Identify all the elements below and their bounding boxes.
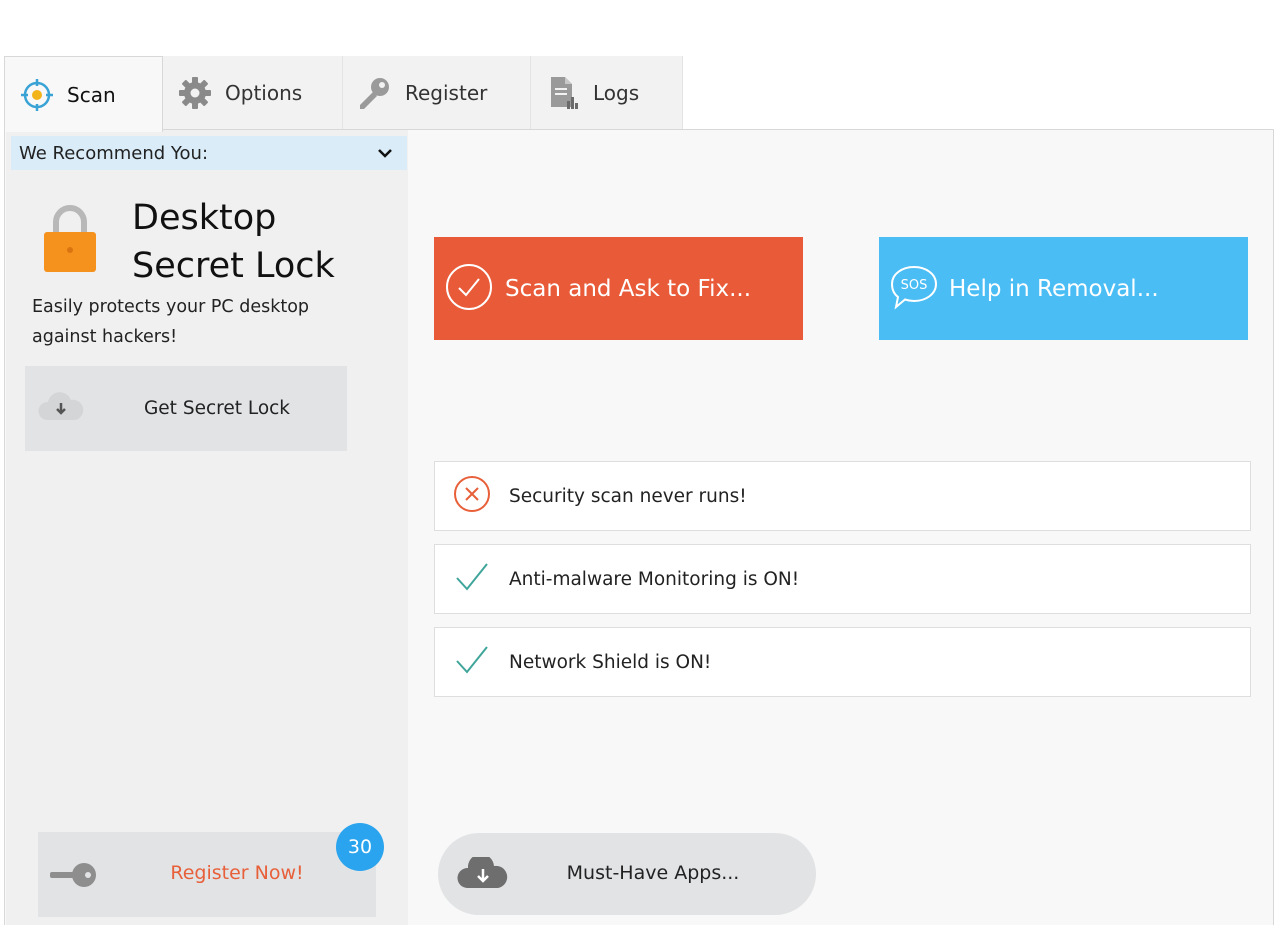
gear-icon <box>177 75 213 111</box>
must-have-apps-button[interactable]: Must-Have Apps... <box>438 833 816 915</box>
document-chart-icon <box>545 75 581 111</box>
product-title: Desktop Secret Lock <box>132 194 392 290</box>
tab-options-label: Options <box>225 81 303 105</box>
tab-register[interactable]: Register <box>343 56 531 130</box>
crosshair-icon <box>19 77 55 113</box>
get-secret-lock-button[interactable]: Get Secret Lock <box>25 366 347 451</box>
sos-bubble-icon: SOS <box>879 263 939 315</box>
scan-and-fix-label: Scan and Ask to Fix... <box>505 275 752 302</box>
key-icon <box>357 75 393 111</box>
status-item-network-shield: Network Shield is ON! <box>434 627 1251 697</box>
days-left-badge: 30 <box>336 823 384 871</box>
product-title-line-2: Secret Lock <box>132 246 335 286</box>
status-text: Anti-malware Monitoring is ON! <box>509 568 800 590</box>
checkmark-icon <box>435 558 491 600</box>
padlock-icon <box>42 204 98 276</box>
tab-logs-label: Logs <box>593 81 640 105</box>
recommend-header[interactable]: We Recommend You: <box>11 136 407 170</box>
help-in-removal-button[interactable]: SOS Help in Removal... <box>879 237 1248 340</box>
tab-scan[interactable]: Scan <box>4 56 163 132</box>
tab-bar: Scan Options Register Logs <box>4 56 683 132</box>
sidebar: We Recommend You: Desktop Secret Lock Ea… <box>6 130 408 925</box>
product-title-line-1: Desktop <box>132 198 277 238</box>
register-now-button[interactable]: Register Now! <box>38 832 376 917</box>
get-secret-lock-label: Get Secret Lock <box>143 398 291 419</box>
tab-logs[interactable]: Logs <box>531 56 683 130</box>
status-item-scan: Security scan never runs! <box>434 461 1251 531</box>
chevron-down-icon <box>377 147 393 159</box>
checkmark-icon <box>435 641 491 683</box>
help-in-removal-label: Help in Removal... <box>949 275 1159 302</box>
status-item-anti-malware: Anti-malware Monitoring is ON! <box>434 544 1251 614</box>
recommend-title: We Recommend You: <box>19 142 209 164</box>
tab-options[interactable]: Options <box>163 56 343 130</box>
check-circle-icon <box>434 263 493 315</box>
register-now-label: Register Now! <box>170 862 304 884</box>
status-text: Security scan never runs! <box>509 485 747 507</box>
tab-scan-label: Scan <box>67 82 116 107</box>
svg-text:SOS: SOS <box>901 278 928 293</box>
must-have-apps-label: Must-Have Apps... <box>566 862 740 884</box>
main-panel: We Recommend You: Desktop Secret Lock Ea… <box>4 129 1274 925</box>
scan-and-fix-button[interactable]: Scan and Ask to Fix... <box>434 237 803 340</box>
tab-register-label: Register <box>405 81 488 105</box>
status-text: Network Shield is ON! <box>509 651 712 673</box>
error-circle-icon <box>435 475 491 517</box>
product-description: Easily protects your PC desktop against … <box>32 297 310 347</box>
